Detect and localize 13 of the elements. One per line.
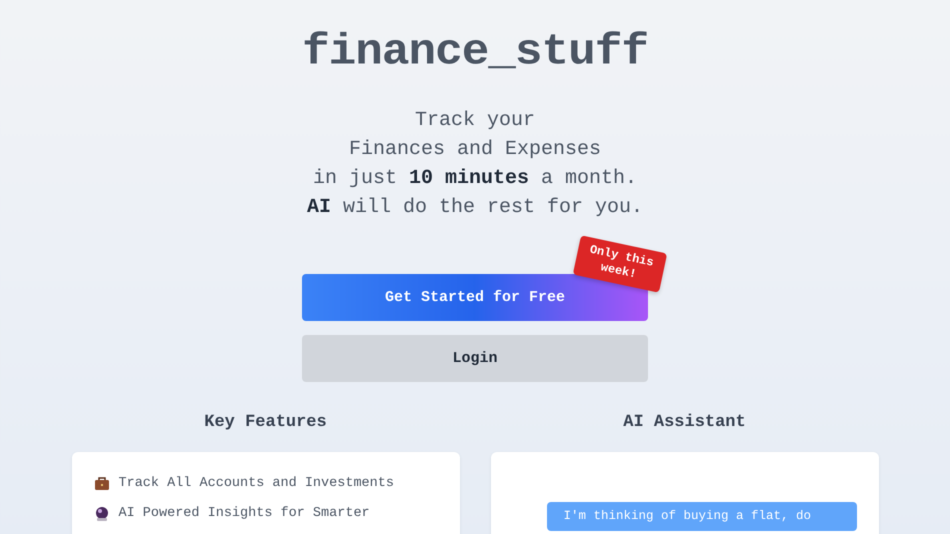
section-heading: Key Features xyxy=(204,412,327,434)
chat-bubble: I'm thinking of buying a flat, do xyxy=(546,502,856,531)
section-heading: AI Assistant xyxy=(623,412,746,434)
tagline-text: AI will do the rest for you. xyxy=(306,195,644,221)
logo: finance_stuff xyxy=(302,27,648,77)
tagline-text: Finances and Expenses xyxy=(348,137,602,163)
tagline-text: in just 10 minutes a month. xyxy=(312,166,638,192)
feature-text: Track All Accounts and Investments xyxy=(118,475,394,493)
tagline-text: Track your xyxy=(414,108,535,134)
crystal-ball-icon xyxy=(94,506,110,522)
feature-text: AI Powered Insights for Smarter xyxy=(118,505,370,523)
login-button[interactable]: Login xyxy=(302,335,648,382)
briefcase-icon xyxy=(94,476,110,492)
